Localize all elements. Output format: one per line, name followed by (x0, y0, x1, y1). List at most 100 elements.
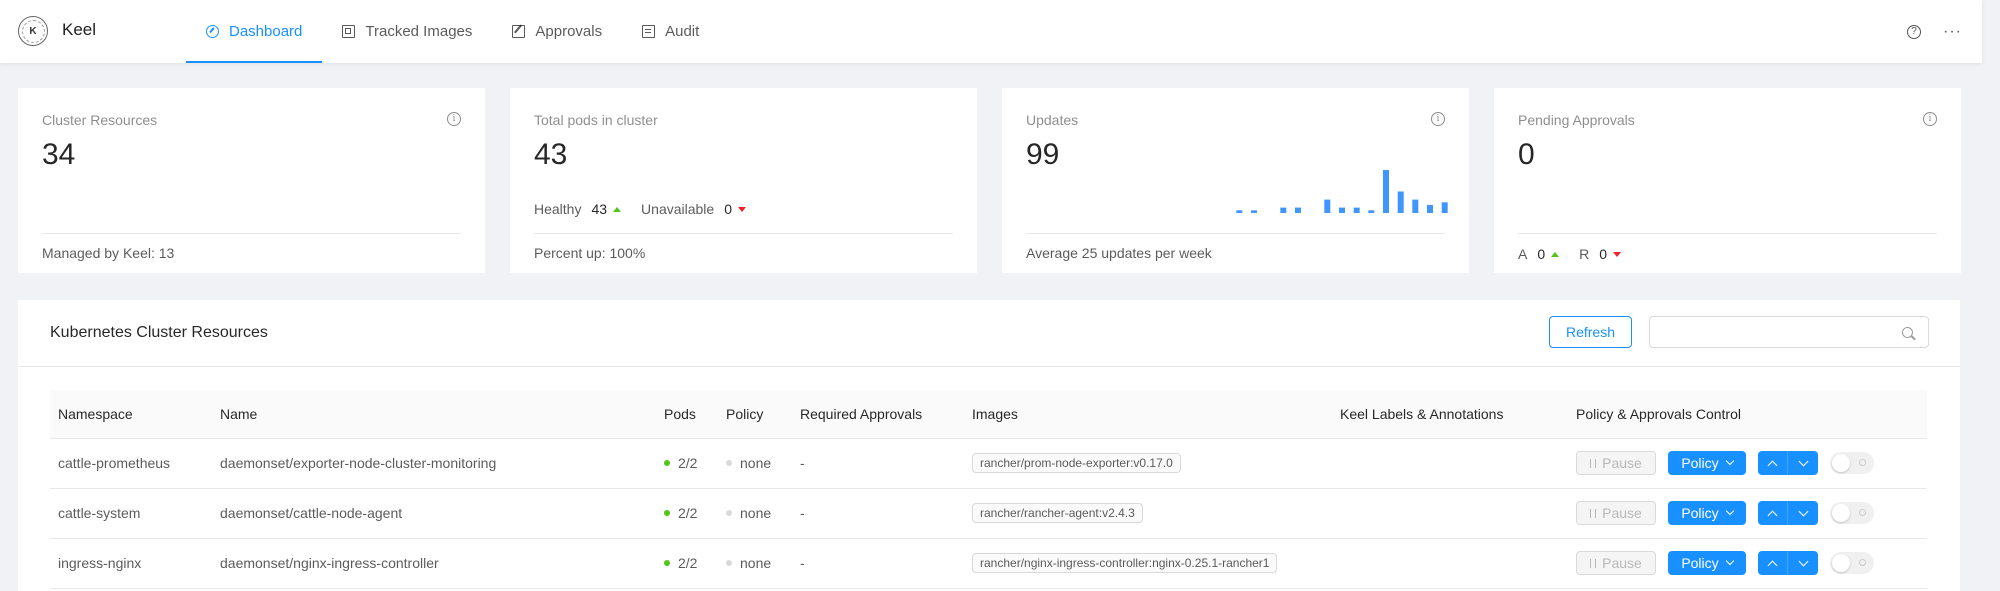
nav-approvals[interactable]: Approvals (492, 0, 622, 63)
cell-name: daemonset/exporter-node-cluster-monitori… (212, 438, 656, 489)
updates-card: Updates i 99 Average 25 updates per week (1002, 88, 1469, 273)
unavailable-value: 0 (724, 201, 733, 217)
col-images[interactable]: Images (964, 390, 1332, 439)
lock-toggle[interactable] (1830, 452, 1874, 474)
update-bar (1236, 210, 1243, 213)
pods-value: 2/2 (678, 505, 698, 521)
increase-approvals-button[interactable] (1758, 551, 1788, 575)
help-icon[interactable]: ? (1907, 24, 1922, 39)
chevron-down-icon (1798, 456, 1808, 466)
update-bar (1324, 199, 1331, 213)
more-icon[interactable]: ··· (1943, 23, 1962, 41)
dashboard-icon (206, 25, 219, 38)
image-tag: rancher/prom-node-exporter:v0.17.0 (972, 453, 1181, 473)
info-icon[interactable]: i (1923, 112, 1937, 126)
cell-labels (1332, 438, 1568, 489)
cell-images: rancher/nginx-ingress-controller:nginx-0… (964, 538, 1332, 589)
cell-labels (1332, 488, 1568, 539)
cell-images: rancher/prom-node-exporter:v0.17.0 (964, 438, 1332, 489)
cell-namespace: ingress-nginx (50, 538, 212, 589)
lock-icon (1859, 509, 1866, 516)
info-icon[interactable]: i (447, 112, 461, 126)
chevron-down-icon (1725, 456, 1734, 466)
lock-toggle[interactable] (1830, 502, 1874, 524)
caret-down-icon (738, 206, 747, 212)
col-pods[interactable]: Pods (656, 390, 718, 439)
card-value: 43 (534, 138, 568, 171)
nav-tracked-images[interactable]: Tracked Images (322, 0, 492, 63)
nav-audit[interactable]: Audit (622, 0, 719, 63)
cell-pods: 2/2 (656, 438, 718, 489)
card-title: Cluster Resources (42, 112, 158, 128)
decrease-approvals-button[interactable] (1788, 451, 1818, 475)
table-row: cattle-prometheus daemonset/exporter-nod… (50, 438, 1927, 489)
policy-dropdown-button[interactable]: Policy (1668, 551, 1746, 575)
policy-dropdown-button[interactable]: Policy (1668, 451, 1746, 475)
col-policy-control[interactable]: Policy & Approvals Control (1568, 390, 1927, 439)
policy-value: none (740, 555, 772, 571)
card-footer: Percent up: 100% (534, 245, 646, 261)
increase-approvals-button[interactable] (1758, 501, 1788, 525)
table-row: cattle-system daemonset/cattle-node-agen… (50, 488, 1927, 539)
approvals-stepper (1758, 551, 1818, 575)
images-icon (342, 25, 356, 38)
approved-value: 0 (1537, 246, 1546, 262)
resources-card-header: Kubernetes Cluster Resources Refresh (18, 300, 1960, 367)
info-icon[interactable]: i (1431, 112, 1445, 126)
col-policy[interactable]: Policy (718, 390, 792, 439)
divider (42, 233, 461, 234)
keel-logo-icon[interactable]: K (18, 16, 48, 46)
audit-icon (642, 25, 656, 38)
policy-dropdown-button[interactable]: Policy (1668, 501, 1746, 525)
search-input[interactable] (1649, 316, 1929, 348)
status-dot-icon (664, 460, 670, 467)
divider (1518, 233, 1937, 234)
table-row: ingress-nginx daemonset/nginx-ingress-co… (50, 538, 1927, 589)
update-bar (1383, 170, 1389, 213)
col-required-approvals[interactable]: Required Approvals (792, 390, 964, 439)
col-keel-labels[interactable]: Keel Labels & Annotations (1332, 390, 1568, 439)
update-bar (1427, 204, 1433, 213)
pause-button[interactable]: Pause (1576, 551, 1656, 575)
nav-label: Approvals (535, 23, 603, 40)
cell-pods: 2/2 (656, 538, 718, 589)
cell-pods: 2/2 (656, 488, 718, 539)
status-dot-icon (664, 510, 670, 517)
increase-approvals-button[interactable] (1758, 451, 1788, 475)
rejected-label: R (1579, 246, 1590, 262)
brand-name: Keel (62, 20, 97, 39)
card-title: Pending Approvals (1518, 112, 1635, 128)
rejected-value: 0 (1599, 246, 1608, 262)
pause-icon (1590, 558, 1597, 568)
update-bar (1339, 207, 1345, 213)
card-footer: Average 25 updates per week (1026, 245, 1212, 261)
cell-control: Pause Policy (1568, 438, 1927, 489)
cell-policy: none (718, 438, 792, 489)
decrease-approvals-button[interactable] (1788, 551, 1818, 575)
cell-namespace: cattle-prometheus (50, 438, 212, 489)
cell-images: rancher/rancher-agent:v2.4.3 (964, 488, 1332, 539)
cell-name: daemonset/cattle-node-agent (212, 488, 656, 539)
lock-toggle[interactable] (1830, 552, 1874, 574)
search-icon[interactable] (1902, 327, 1913, 338)
pause-button[interactable]: Pause (1576, 451, 1656, 475)
pause-button[interactable]: Pause (1576, 501, 1656, 525)
lock-icon (1859, 559, 1866, 566)
status-dot-icon (726, 510, 732, 517)
chevron-up-icon (1767, 560, 1778, 570)
refresh-button[interactable]: Refresh (1549, 316, 1632, 348)
card-footer: Managed by Keel: 13 (42, 245, 175, 261)
cell-namespace: cattle-system (50, 488, 212, 539)
top-header: K Keel Dashboard Tracked Images Approval… (0, 0, 1982, 63)
cell-policy: none (718, 488, 792, 539)
col-name[interactable]: Name (212, 390, 656, 439)
policy-controls: Pause Policy (1576, 551, 1919, 575)
update-bar (1353, 207, 1360, 213)
decrease-approvals-button[interactable] (1788, 501, 1818, 525)
cell-approvals: - (792, 438, 964, 489)
col-namespace[interactable]: Namespace (50, 390, 212, 439)
nav-dashboard[interactable]: Dashboard (186, 0, 323, 63)
pending-approvals-card: Pending Approvals i 0 A 0 R 0 (1494, 88, 1961, 273)
status-dot-icon (664, 560, 670, 567)
resources-title: Kubernetes Cluster Resources (50, 324, 268, 341)
